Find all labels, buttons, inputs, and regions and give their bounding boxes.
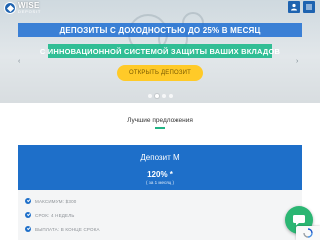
open-deposit-button[interactable]: ОТКРЫТЬ ДЕПОЗИТ bbox=[117, 65, 203, 81]
hero-background-graphic bbox=[110, 10, 220, 70]
recaptcha-badge[interactable] bbox=[296, 226, 320, 240]
plan-feature-text: ВЫПЛАТА: В КОНЦЕ СРОКА bbox=[35, 226, 100, 232]
hero-subheadline: С ИННОВАЦИОННОЙ СИСТЕМОЙ ЗАЩИТЫ ВАШИХ ВК… bbox=[40, 44, 280, 58]
slider-dot-3[interactable] bbox=[161, 94, 166, 98]
slider-dot-1[interactable] bbox=[147, 94, 152, 98]
top-navigation: WISE DEPOSIT bbox=[0, 0, 320, 16]
plan-name: Депозит M bbox=[140, 153, 180, 162]
logo-diamond-icon bbox=[4, 2, 16, 14]
check-circle-icon bbox=[25, 198, 31, 204]
menu-button[interactable] bbox=[303, 1, 315, 13]
slider-dot-2[interactable] bbox=[154, 94, 159, 98]
plan-card-header: Депозит M 120% * ( за 1 месяц ) bbox=[18, 145, 302, 190]
plan-feature: МАКСИМУМ: $300 bbox=[25, 197, 76, 205]
plan-feature: СРОК: 4 НЕДЕЛЬ bbox=[25, 211, 75, 219]
plan-feature-text: МАКСИМУМ: $300 bbox=[35, 198, 77, 204]
slider-pagination bbox=[0, 94, 320, 98]
plan-period: ( за 1 месяц ) bbox=[146, 180, 174, 185]
plan-feature: ВЫПЛАТА: В КОНЦЕ СРОКА bbox=[25, 225, 100, 233]
check-circle-icon bbox=[25, 212, 31, 218]
slider-prev-arrow[interactable]: ‹ bbox=[18, 58, 20, 65]
hamburger-menu-icon bbox=[306, 4, 312, 10]
user-account-button[interactable] bbox=[288, 1, 300, 13]
plan-rate: 120% * bbox=[147, 170, 173, 179]
user-icon bbox=[291, 3, 297, 11]
section-title-underline bbox=[155, 127, 165, 129]
plan-feature-text: СРОК: 4 НЕДЕЛЬ bbox=[35, 212, 75, 218]
offers-section-title: Лучшие предложения bbox=[127, 117, 193, 124]
hero-headline: ДЕПОЗИТЫ С ДОХОДНОСТЬЮ ДО 25% В МЕСЯЦ bbox=[18, 23, 302, 37]
deposit-plan-card: Депозит M 120% * ( за 1 месяц ) МАКСИМУМ… bbox=[18, 145, 302, 240]
recaptcha-icon bbox=[303, 228, 313, 238]
slider-next-arrow[interactable]: › bbox=[296, 58, 298, 65]
site-logo[interactable]: WISE DEPOSIT bbox=[4, 1, 41, 15]
slider-dot-4[interactable] bbox=[168, 94, 173, 98]
chat-bubble-icon bbox=[293, 215, 305, 226]
logo-subtitle: DEPOSIT bbox=[18, 9, 42, 14]
check-circle-icon bbox=[25, 226, 31, 232]
